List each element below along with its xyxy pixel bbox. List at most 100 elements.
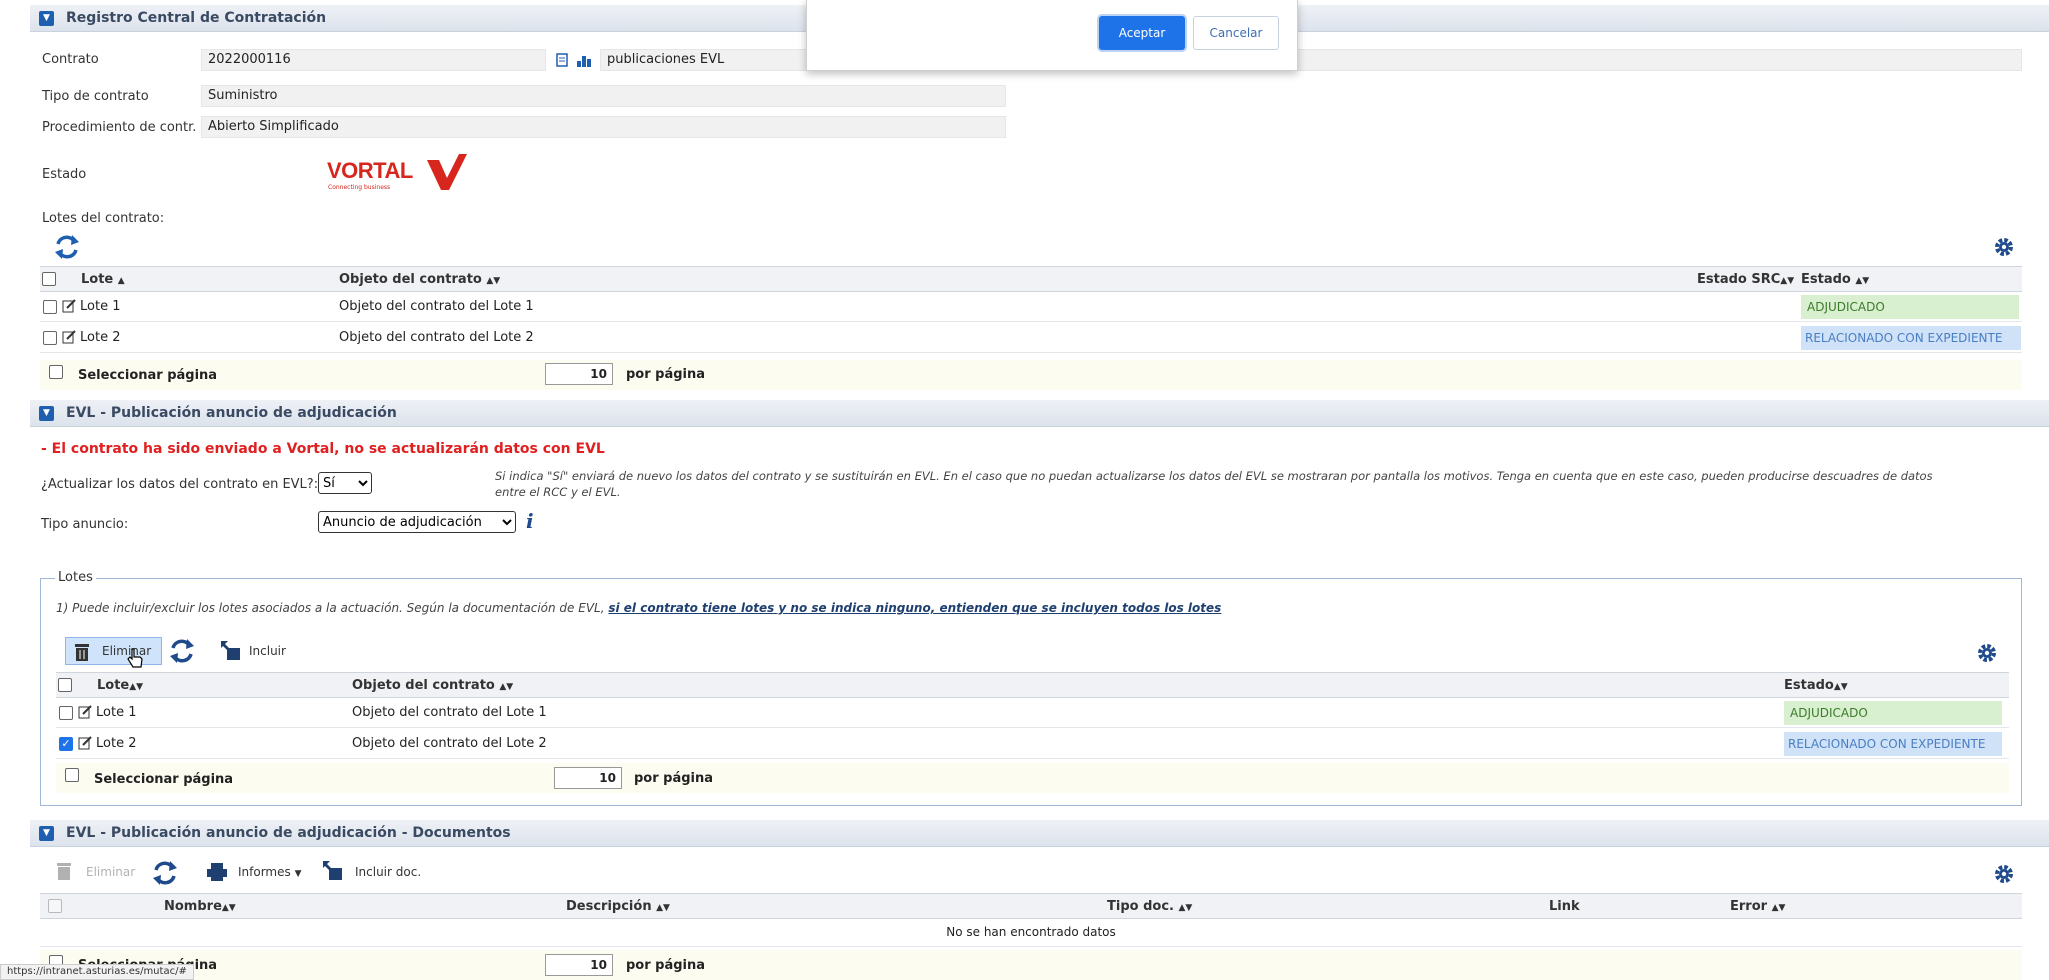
- tipo-anuncio-label: Tipo anuncio:: [41, 517, 129, 532]
- row-checkbox-checked[interactable]: ✓: [59, 737, 73, 751]
- lote-cell: Lote 2: [80, 330, 121, 345]
- col-link[interactable]: Link: [1549, 899, 1580, 914]
- col-estado[interactable]: Estado ▲▼: [1801, 272, 1869, 287]
- print-icon: [207, 863, 227, 881]
- status-badge: ADJUDICADO: [1784, 701, 2002, 725]
- settings-gear-icon[interactable]: [1976, 642, 1998, 664]
- actualizar-label: ¿Actualizar los datos del contrato en EV…: [41, 477, 319, 492]
- warning-message: - El contrato ha sido enviado a Vortal, …: [41, 441, 605, 457]
- docs-section-header[interactable]: ▼ EVL - Publicación anuncio de adjudicac…: [30, 820, 2049, 847]
- org-chart-icon[interactable]: [576, 53, 592, 71]
- select-page-label: Seleccionar página: [94, 772, 234, 787]
- hand-cursor-icon: [127, 648, 143, 668]
- pagination-row: Seleccionar página 10 por página: [40, 360, 2022, 390]
- section-title: EVL - Publicación anuncio de adjudicació…: [66, 825, 511, 841]
- select-page-checkbox[interactable]: [65, 768, 79, 782]
- col-objeto[interactable]: Objeto del contrato ▲▼: [339, 272, 500, 287]
- select-all-checkbox[interactable]: [58, 678, 72, 692]
- eliminar-button[interactable]: Eliminar: [65, 637, 162, 665]
- procedimiento-field: Abierto Simplificado: [201, 116, 1006, 138]
- document-icon[interactable]: [555, 53, 569, 71]
- section-title: Registro Central de Contratación: [66, 10, 327, 26]
- per-page-input[interactable]: 10: [545, 954, 613, 976]
- table-row[interactable]: Lote 2 Objeto del contrato del Lote 2 RE…: [40, 323, 2022, 353]
- confirm-dialog: Aceptar Cancelar: [806, 0, 1298, 71]
- tipo-anuncio-select[interactable]: Anuncio de adjudicación: [318, 511, 516, 533]
- col-estado-src[interactable]: Estado SRC▲▼: [1697, 272, 1794, 287]
- collapse-icon[interactable]: ▼: [39, 826, 54, 841]
- empty-row: No se han encontrado datos: [40, 919, 2022, 947]
- status-badge: ADJUDICADO: [1801, 295, 2019, 319]
- trash-icon: [75, 644, 89, 661]
- col-lote[interactable]: Lote▲▼: [97, 678, 143, 693]
- col-nombre[interactable]: Nombre▲▼: [164, 899, 236, 914]
- row-checkbox[interactable]: [59, 706, 73, 720]
- edit-icon[interactable]: [78, 736, 92, 750]
- status-badge: RELACIONADO CON EXPEDIENTE: [1784, 732, 2002, 756]
- docs-table-header: Nombre▲▼ Descripción ▲▼ Tipo doc. ▲▼ Lin…: [40, 893, 2022, 919]
- refresh-icon[interactable]: [152, 860, 178, 890]
- actualizar-select[interactable]: Sí No: [318, 472, 372, 494]
- col-tipo-doc[interactable]: Tipo doc. ▲▼: [1107, 899, 1192, 914]
- edit-icon[interactable]: [62, 299, 76, 313]
- include-icon: [323, 861, 342, 880]
- lotes-table-header: Lote ▲ Objeto del contrato ▲▼ Estado SRC…: [40, 266, 2022, 292]
- row-checkbox[interactable]: [43, 300, 57, 314]
- chevron-down-icon: ▼: [294, 869, 302, 879]
- tipo-contrato-label: Tipo de contrato: [42, 89, 149, 104]
- lotes-legend: Lotes: [55, 570, 96, 585]
- per-page-label: por página: [634, 771, 714, 786]
- refresh-icon[interactable]: [54, 234, 80, 264]
- per-page-label: por página: [626, 958, 706, 973]
- cancel-button[interactable]: Cancelar: [1193, 16, 1279, 50]
- estado-label: Estado: [42, 167, 87, 182]
- lotes-note-link[interactable]: si el contrato tiene lotes y no se indic…: [608, 601, 1221, 615]
- select-page-label: Seleccionar página: [78, 368, 218, 383]
- col-estado[interactable]: Estado▲▼: [1784, 678, 1848, 693]
- status-bar-url: https://intranet.asturias.es/mutac/#: [0, 964, 194, 980]
- empty-message: No se han encontrado datos: [946, 925, 1116, 939]
- collapse-icon[interactable]: ▼: [39, 11, 54, 26]
- section-title: EVL - Publicación anuncio de adjudicació…: [66, 405, 397, 421]
- lote-cell: Lote 1: [96, 705, 137, 720]
- accept-button[interactable]: Aceptar: [1099, 16, 1185, 50]
- per-page-input[interactable]: 10: [545, 363, 613, 385]
- edit-icon[interactable]: [78, 705, 92, 719]
- edit-icon[interactable]: [62, 330, 76, 344]
- per-page-input[interactable]: 10: [554, 767, 622, 789]
- objeto-cell: Objeto del contrato del Lote 1: [339, 299, 534, 314]
- col-descripcion[interactable]: Descripción ▲▼: [566, 899, 670, 914]
- info-icon[interactable]: i: [526, 509, 534, 533]
- pagination-row: Seleccionar página 10 por página: [56, 763, 2009, 793]
- evl-lotes-table-header: Lote▲▼ Objeto del contrato ▲▼ Estado▲▼: [56, 672, 2009, 698]
- objeto-cell: Objeto del contrato del Lote 2: [352, 736, 547, 751]
- objeto-cell: Objeto del contrato del Lote 1: [352, 705, 547, 720]
- select-all-checkbox[interactable]: [42, 272, 56, 286]
- lotes-fieldset: Lotes 1) Puede incluir/excluir los lotes…: [40, 570, 2022, 806]
- col-error[interactable]: Error ▲▼: [1730, 899, 1785, 914]
- include-icon: [221, 641, 240, 660]
- tipo-contrato-field: Suministro: [201, 85, 1006, 107]
- settings-gear-icon[interactable]: [1993, 236, 2015, 258]
- col-lote[interactable]: Lote ▲: [81, 272, 125, 287]
- row-checkbox[interactable]: [43, 331, 57, 345]
- refresh-icon[interactable]: [169, 638, 195, 668]
- table-row[interactable]: ✓ Lote 2 Objeto del contrato del Lote 2 …: [56, 729, 2009, 759]
- collapse-icon[interactable]: ▼: [39, 406, 54, 421]
- lotes-contrato-label: Lotes del contrato:: [42, 211, 165, 226]
- table-row[interactable]: Lote 1 Objeto del contrato del Lote 1 AD…: [56, 698, 2009, 728]
- contrato-field: 2022000116: [201, 49, 546, 71]
- objeto-cell: Objeto del contrato del Lote 2: [339, 330, 534, 345]
- table-row[interactable]: Lote 1 Objeto del contrato del Lote 1 AD…: [40, 292, 2022, 322]
- procedimiento-label: Procedimiento de contr.: [42, 120, 197, 135]
- settings-gear-icon[interactable]: [1993, 863, 2015, 885]
- col-objeto[interactable]: Objeto del contrato ▲▼: [352, 678, 513, 693]
- vortal-logo: VORTAL Connecting business: [323, 152, 468, 196]
- select-page-checkbox[interactable]: [49, 365, 63, 379]
- trash-icon: [57, 863, 71, 880]
- evl-section-header[interactable]: ▼ EVL - Publicación anuncio de adjudicac…: [30, 400, 2049, 427]
- select-all-checkbox[interactable]: [48, 899, 62, 913]
- per-page-label: por página: [626, 367, 706, 382]
- status-badge: RELACIONADO CON EXPEDIENTE: [1801, 326, 2021, 350]
- pagination-row: Seleccionar página 10 por página: [40, 950, 2022, 980]
